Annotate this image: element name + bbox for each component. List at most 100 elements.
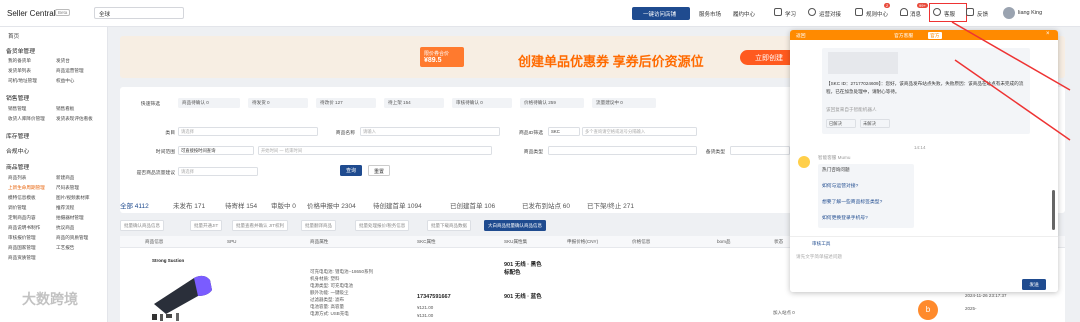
tab-first-order-created[interactable]: 已创建首单 106 <box>450 200 495 210</box>
floating-action-button[interactable]: b <box>918 300 938 320</box>
sidebar-item[interactable]: 发货台 <box>56 58 70 64</box>
tab-delisted[interactable]: 已下架/终止 271 <box>587 200 634 210</box>
date-range-input[interactable]: 开始时间 一 结束时间 <box>258 146 492 155</box>
chat-back-button[interactable]: 返回 <box>796 32 806 39</box>
sidebar-item[interactable]: 商品国家管理 <box>8 245 36 251</box>
send-button[interactable]: 发送 <box>1022 279 1046 290</box>
quick-filter-pill[interactable]: 审核待确认 0 <box>452 98 512 108</box>
chat-title: 官方客服 <box>894 34 914 39</box>
rules-link[interactable]: 规则中心 <box>866 10 888 18</box>
id-filter-input[interactable]: 多个查询请空格或逗号分隔输入 <box>582 127 697 136</box>
sidebar-item[interactable]: 司机/地址管理 <box>8 78 37 84</box>
faq-link[interactable]: 如何与运营对接? <box>822 182 858 189</box>
bulk-tax-button[interactable]: 批量处理报价/税务信息 <box>355 220 410 231</box>
region-select[interactable]: 全球 <box>94 7 184 19</box>
quick-filter-pill[interactable]: 待上架 154 <box>384 98 444 108</box>
sidebar-group-compliance[interactable]: 合规中心 <box>6 146 29 155</box>
quick-filter-pill[interactable]: 流量建议中 0 <box>592 98 656 108</box>
sidebar-item[interactable]: 发货表现评估看板 <box>56 116 93 122</box>
feedback-link[interactable]: 反馈 <box>977 10 988 18</box>
bulk-confirm-primary-button[interactable]: 大白商品批量确认商品信息 <box>484 220 546 231</box>
bulk-jit-button[interactable]: 批量开通JIT <box>190 220 223 231</box>
faq-link[interactable]: 如何更换登录手机号? <box>822 214 868 221</box>
tab-price-declaring[interactable]: 价格申报中 2304 <box>307 200 356 210</box>
quick-filter-pill[interactable]: 价格待确认 259 <box>520 98 584 108</box>
category-select[interactable]: 请选择 <box>178 127 318 136</box>
sidebar-group-products[interactable]: 商品管理 <box>6 162 29 171</box>
traffic-suggestion-select[interactable]: 请选择 <box>178 167 258 176</box>
sidebar-item[interactable]: 销售看板 <box>56 106 74 112</box>
sidebar-item[interactable]: 商品列表 <box>8 175 26 181</box>
bulk-download-button[interactable]: 批量下载商品数据 <box>427 220 471 231</box>
bulk-translate-button[interactable]: 批量翻译商品 <box>301 220 336 231</box>
sidebar-item[interactable]: 发货单列表 <box>8 68 31 74</box>
sidebar-item[interactable]: 商品说明书制作 <box>8 225 40 231</box>
tab-pending-first-order[interactable]: 待创建首单 1094 <box>373 200 422 210</box>
tab-all[interactable]: 全部 4112 <box>120 200 149 210</box>
reset-button[interactable]: 重置 <box>368 165 390 176</box>
id-type-select[interactable]: SKC <box>548 127 580 136</box>
visit-store-button[interactable]: 一键访问店铺 <box>632 7 690 20</box>
close-icon[interactable]: × <box>1046 31 1050 37</box>
sidebar-item[interactable]: 我的备货单 <box>8 58 31 64</box>
messages-link[interactable]: 消息 <box>910 10 921 18</box>
fulfillment-link[interactable]: 履约中心 <box>733 10 755 18</box>
rules-badge: 2 <box>884 3 891 8</box>
sidebar-item[interactable]: 商品的资质管理 <box>56 235 88 241</box>
helpful-button[interactable]: 已解决 <box>826 119 856 128</box>
product-type-select[interactable] <box>548 146 697 155</box>
learn-link[interactable]: 学习 <box>785 10 796 18</box>
sidebar-item[interactable]: 模特信息模板 <box>8 195 36 201</box>
query-button[interactable]: 查询 <box>340 165 362 176</box>
sidebar-item[interactable]: 新建商品 <box>56 175 74 181</box>
avatar[interactable] <box>1003 7 1015 19</box>
quick-filter-pill[interactable]: 商品待确认 0 <box>178 98 240 108</box>
review-tool-link[interactable]: 审核工具 <box>812 240 830 248</box>
sidebar-item[interactable]: 尺码表管理 <box>56 185 79 191</box>
column-header: SKC属性 <box>417 239 436 244</box>
sidebar-item[interactable]: 商品运营管理 <box>56 68 84 74</box>
sidebar-group-inventory[interactable]: 库存管理 <box>6 131 29 140</box>
username[interactable]: liang King <box>1018 10 1042 16</box>
sidebar-item[interactable]: 审核报价管理 <box>8 235 36 241</box>
skc-id[interactable]: 17347591667 <box>417 294 451 301</box>
sidebar-item[interactable]: 销售管理 <box>8 106 26 112</box>
sidebar-item[interactable]: 抗议商品 <box>56 225 74 231</box>
sidebar-item[interactable]: 收货人库降价管理 <box>8 116 45 122</box>
sidebar-group-orders[interactable]: 备货单管理 <box>6 46 35 55</box>
sidebar-item[interactable]: 定制商品内容 <box>8 215 36 221</box>
tab-unpublished[interactable]: 未发布 171 <box>173 200 205 210</box>
service-market-link[interactable]: 服务市场 <box>699 10 721 18</box>
quick-filter-pill[interactable]: 待改价 127 <box>316 98 376 108</box>
beta-badge: Beta <box>55 9 71 16</box>
sidebar-item[interactable]: 商品资质管理 <box>8 255 36 261</box>
stock-type-select[interactable] <box>730 146 790 155</box>
quick-filter-pill[interactable]: 待发货 0 <box>248 98 308 108</box>
product-name-input[interactable]: 请输入 <box>360 127 500 136</box>
operations-link[interactable]: 运营对接 <box>819 10 841 18</box>
sidebar-item-home[interactable]: 首页 <box>8 32 19 40</box>
tab-reviewing[interactable]: 审版中 0 <box>271 200 296 210</box>
filter-label: 商品名称 <box>335 131 355 136</box>
tab-published[interactable]: 已发布到站点 60 <box>522 200 570 210</box>
product-image[interactable]: Strong Suction <box>148 256 218 322</box>
customer-service-chat[interactable]: 返回 官方客服 官方 × 【SKC ID：27177024609】：您好，该商品… <box>790 30 1058 292</box>
time-range-select[interactable]: 可直接按时间查询 <box>178 146 254 155</box>
chat-scrollbar[interactable] <box>1052 190 1055 230</box>
tab-pending-sample[interactable]: 待寄样 154 <box>225 200 257 210</box>
faq-link[interactable]: 想要了解一些商品标签类型? <box>822 198 882 205</box>
sidebar-item[interactable]: 拍摄器材管理 <box>56 215 84 221</box>
bulk-jit-rights-button[interactable]: 批量查看并确认 JIT权利 <box>232 220 288 231</box>
sidebar-item-active[interactable]: 上新生命周期管理 <box>8 185 45 191</box>
bulk-confirm-button[interactable]: 批量确认商品信息 <box>120 220 164 231</box>
chat-input[interactable]: 请先文字简单描述问题 <box>796 253 842 261</box>
sidebar-item[interactable]: 推荐流程 <box>56 205 74 211</box>
sidebar-group-sales[interactable]: 销售管理 <box>6 93 29 102</box>
chat-messages: 【SKC ID：27177024609】：您好，该商品发布站点失败，失败原因：该… <box>790 40 1058 236</box>
sidebar-item[interactable]: 图片/视频素材库 <box>56 195 89 201</box>
not-helpful-button[interactable]: 未解决 <box>860 119 890 128</box>
sidebar-item[interactable]: 调价管理 <box>8 205 26 211</box>
sidebar-item[interactable]: 工艺报告 <box>56 245 74 251</box>
feedback-icon <box>966 8 974 16</box>
sidebar-item[interactable]: 权益中心 <box>56 78 74 84</box>
